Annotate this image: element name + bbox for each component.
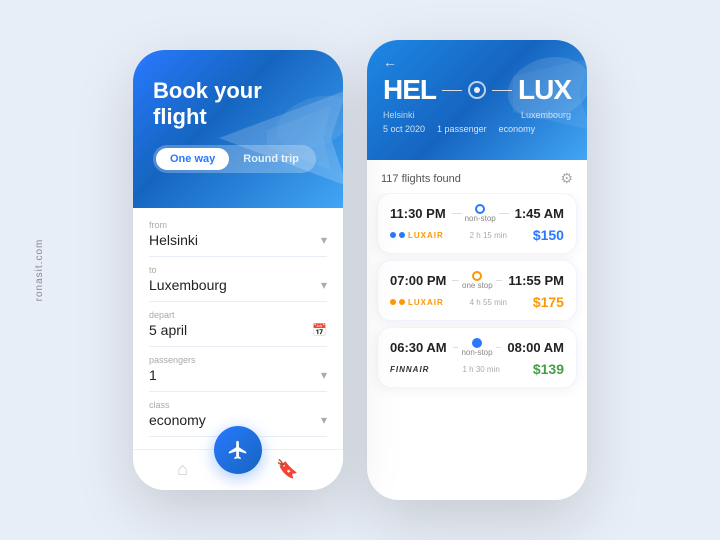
calendar-icon: 📅 [312, 323, 327, 337]
chevron-down-icon: ▾ [321, 233, 327, 247]
plane-background-right-icon [477, 40, 587, 160]
chevron-down-icon: ▾ [321, 413, 327, 427]
page-title: Book your flight [153, 78, 323, 131]
flight-search-button[interactable] [214, 426, 262, 474]
airline-name: LUXAIR [408, 231, 444, 240]
class-value: economy [149, 412, 206, 428]
passengers-value: 1 [149, 367, 157, 383]
trip-type-toggle[interactable]: One way Round trip [153, 145, 316, 173]
from-value: Helsinki [149, 232, 198, 248]
left-phone: Book your flight One way Round trip from… [133, 50, 343, 490]
chevron-down-icon: ▾ [321, 368, 327, 382]
airline-name: LUXAIR [408, 298, 444, 307]
flight-card[interactable]: 06:30 AM non-stop 08:00 AM FINNAIR 1 h 3… [377, 327, 577, 388]
airline-logo-area: LUXAIR [390, 231, 444, 240]
arrival-time: 1:45 AM [515, 206, 564, 221]
results-header: 117 flights found ⚙ [367, 160, 587, 193]
flight-price: $150 [533, 227, 564, 243]
stop-icon [472, 338, 482, 348]
stop-indicator: non-stop [452, 204, 509, 223]
airline-logo-area: LUXAIR [390, 298, 444, 307]
flights-list: 11:30 PM non-stop 1:45 AM [367, 193, 587, 500]
results-count: 117 flights found [381, 173, 461, 185]
stop-label: non-stop [461, 348, 492, 357]
departure-time: 11:30 PM [390, 206, 446, 221]
stop-icon [472, 271, 482, 281]
filter-icon[interactable]: ⚙ [560, 170, 573, 187]
right-phone: ← HEL LUX Helsinki Luxembourg 5 oct 2020… [367, 40, 587, 500]
class-label: class [149, 400, 327, 410]
round-trip-button[interactable]: Round trip [229, 148, 313, 170]
chevron-down-icon: ▾ [321, 278, 327, 292]
search-date: 5 oct 2020 [383, 124, 425, 134]
to-field[interactable]: to Luxembourg ▾ [149, 265, 327, 302]
watermark-text: ronasit.com [34, 239, 45, 302]
flight-duration: 1 h 30 min [462, 365, 499, 374]
stop-label: non-stop [465, 214, 496, 223]
depart-label: depart [149, 310, 327, 320]
airline-name: FINNAIR [390, 365, 429, 374]
one-way-button[interactable]: One way [156, 148, 229, 170]
route-line-left [442, 90, 462, 91]
to-label: to [149, 265, 327, 275]
stop-icon [475, 204, 485, 214]
arrival-time: 08:00 AM [507, 340, 564, 355]
stop-indicator: one stop [452, 271, 502, 290]
airline-dot-1 [390, 299, 396, 305]
flight-duration: 4 h 55 min [470, 298, 507, 307]
right-phone-header: ← HEL LUX Helsinki Luxembourg 5 oct 2020… [367, 40, 587, 160]
flight-duration: 2 h 15 min [470, 231, 507, 240]
stop-indicator: non-stop [453, 338, 502, 357]
from-label: from [149, 220, 327, 230]
passengers-field[interactable]: passengers 1 ▾ [149, 355, 327, 392]
departure-time: 06:30 AM [390, 340, 447, 355]
origin-city-name: Helsinki [383, 110, 415, 120]
airline-dot-1 [390, 232, 396, 238]
passengers-label: passengers [149, 355, 327, 365]
bottom-nav: ⌂ 🔖 [133, 449, 343, 490]
origin-city-code: HEL [383, 74, 436, 106]
home-icon[interactable]: ⌂ [177, 459, 188, 480]
departure-time: 07:00 PM [390, 273, 446, 288]
depart-field[interactable]: depart 5 april 📅 [149, 310, 327, 347]
left-phone-body: from Helsinki ▾ to Luxembourg ▾ depart 5… [133, 208, 343, 449]
flight-card[interactable]: 07:00 PM one stop 11:55 PM [377, 260, 577, 321]
flight-price: $175 [533, 294, 564, 310]
airline-dot-2 [399, 232, 405, 238]
phones-container: Book your flight One way Round trip from… [133, 40, 587, 500]
stop-label: one stop [462, 281, 493, 290]
flight-price: $139 [533, 361, 564, 377]
depart-value: 5 april [149, 322, 187, 338]
flight-card[interactable]: 11:30 PM non-stop 1:45 AM [377, 193, 577, 254]
from-field[interactable]: from Helsinki ▾ [149, 220, 327, 257]
arrival-time: 11:55 PM [508, 273, 564, 288]
bookmark-icon[interactable]: 🔖 [276, 459, 298, 480]
left-phone-header: Book your flight One way Round trip [133, 50, 343, 208]
airline-dot-2 [399, 299, 405, 305]
plane-icon [227, 439, 249, 461]
to-value: Luxembourg [149, 277, 227, 293]
